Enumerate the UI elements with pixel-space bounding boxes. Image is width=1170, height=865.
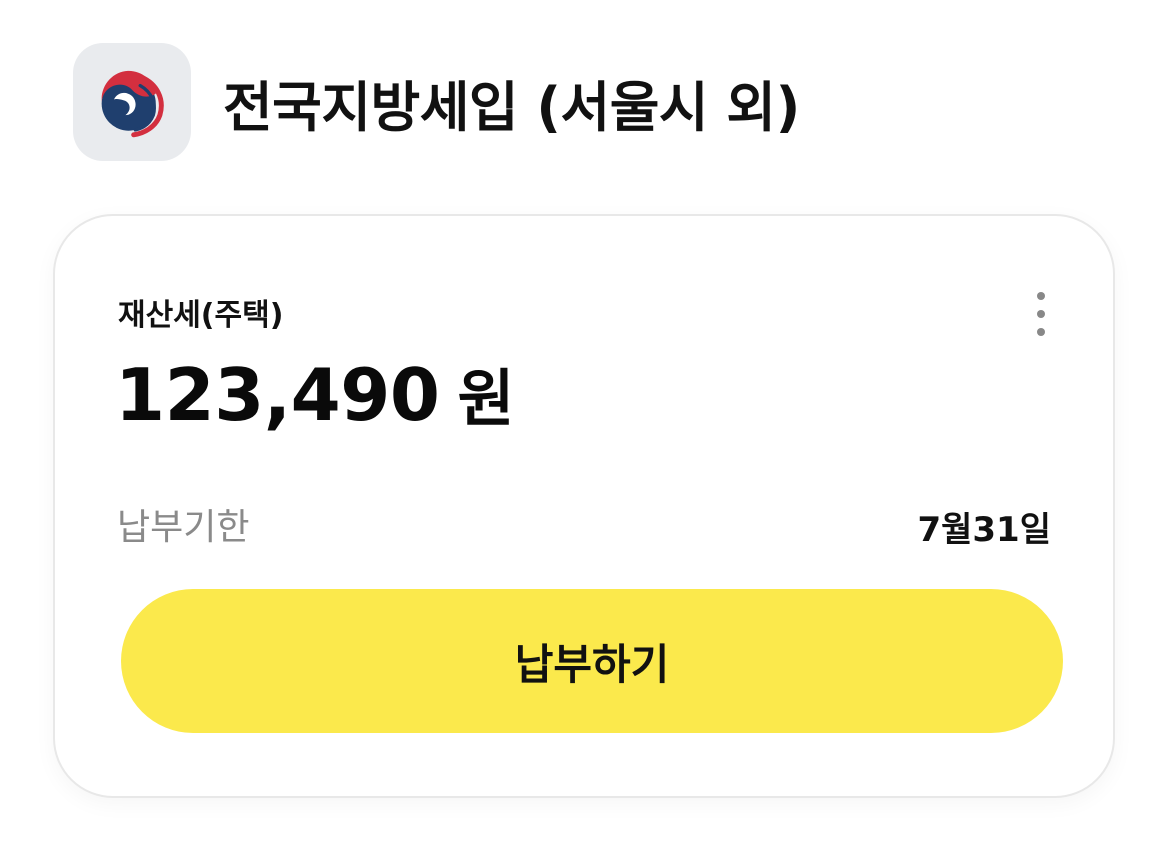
tax-type-label: 재산세(주택): [118, 298, 284, 333]
tax-amount: 123,490: [115, 353, 440, 437]
more-vertical-icon[interactable]: [1021, 286, 1061, 342]
currency-unit: 원: [457, 362, 515, 435]
bill-page: 전국지방세입 (서울시 외) 재산세(주택) 123,490 원 납부기한 7월…: [0, 0, 1170, 865]
header: 전국지방세입 (서울시 외): [73, 42, 800, 162]
page-title: 전국지방세입 (서울시 외): [223, 75, 800, 139]
due-date-label: 납부기한: [117, 507, 250, 548]
more-dot: [1037, 310, 1045, 318]
tax-bill-card: 재산세(주택) 123,490 원 납부기한 7월31일 납부하기: [53, 214, 1115, 798]
more-dot: [1037, 328, 1045, 336]
amount-row: 123,490 원: [115, 348, 514, 438]
pay-button[interactable]: 납부하기: [121, 589, 1063, 733]
korea-government-emblem-icon: [73, 43, 191, 161]
due-date-value: 7월31일: [917, 510, 1051, 550]
more-dot: [1037, 292, 1045, 300]
